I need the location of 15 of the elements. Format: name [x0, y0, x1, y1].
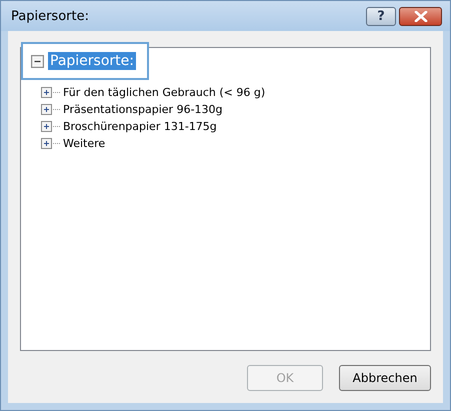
plus-box-icon[interactable] [41, 138, 52, 149]
plus-box-icon[interactable] [41, 87, 52, 98]
tree-item[interactable]: Broschürenpapier 131-175g [61, 119, 219, 134]
tree-item[interactable]: Präsentationspapier 96-130g [61, 102, 225, 117]
plus-box-icon[interactable] [41, 121, 52, 132]
plus-box-icon[interactable] [41, 104, 52, 115]
tree-item[interactable]: Papiersorte: [48, 52, 136, 70]
close-icon [414, 10, 428, 22]
window-title: Papiersorte: [11, 8, 89, 24]
help-button[interactable]: ? [366, 6, 396, 26]
tree-item[interactable]: Weitere [61, 136, 108, 151]
tree-item[interactable]: Für den täglichen Gebrauch (< 96 g) [61, 85, 268, 100]
cancel-button[interactable]: Abbrechen [339, 365, 431, 391]
close-button[interactable] [399, 6, 442, 26]
minus-box-icon[interactable] [31, 54, 44, 68]
